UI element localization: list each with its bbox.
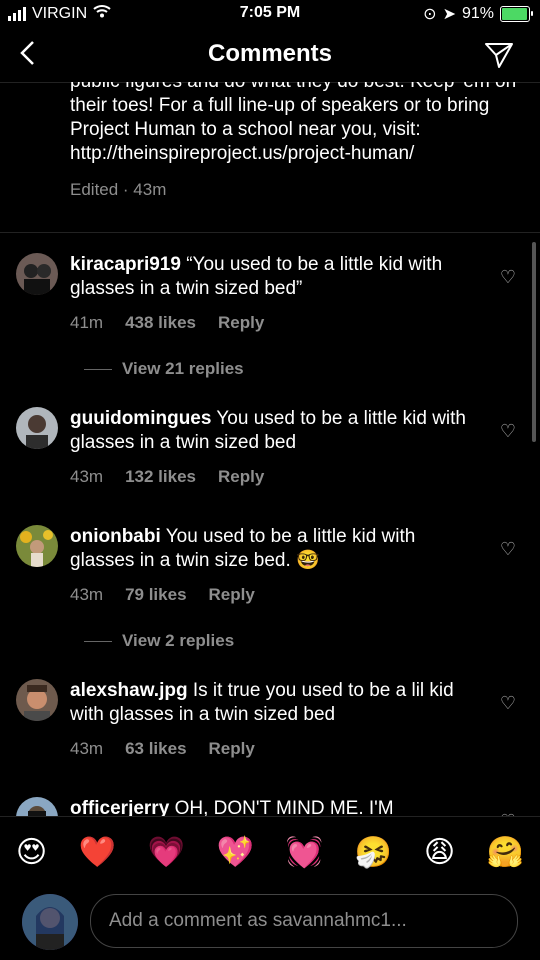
comment-body: kiracapri919 “You used to be a little ki… xyxy=(70,253,470,301)
avatar[interactable] xyxy=(16,525,58,567)
heart-icon[interactable]: ♡ xyxy=(500,539,516,560)
comment-body: onionbabi You used to be a little kid wi… xyxy=(70,525,470,573)
comment-username[interactable]: alexshaw.jpg xyxy=(70,680,188,701)
sparkling-heart-emoji-button[interactable]: 💖 xyxy=(217,835,254,870)
battery-icon xyxy=(500,6,533,22)
comment-username[interactable]: guuidomingues xyxy=(70,408,211,429)
view-replies-label[interactable]: View 2 replies xyxy=(122,631,234,651)
scrollbar[interactable] xyxy=(532,242,536,442)
orientation-lock-icon: ⊙ xyxy=(423,6,437,23)
send-icon[interactable] xyxy=(484,40,514,75)
comment-meta: 43m 79 likes Reply xyxy=(70,585,470,605)
view-replies-button[interactable]: View 21 replies xyxy=(84,359,540,379)
heart-icon[interactable]: ♡ xyxy=(500,267,516,288)
divider xyxy=(0,232,540,233)
divider-line xyxy=(84,368,112,370)
avatar[interactable] xyxy=(16,679,58,721)
red-heart-emoji-button[interactable]: ❤️ xyxy=(79,835,116,870)
comment-item: officerjerry OH, DON'T MIND ME. I'M ♡ xyxy=(0,797,540,816)
avatar[interactable] xyxy=(16,797,58,816)
comments-feed[interactable]: public figures and do what they do best.… xyxy=(0,82,540,816)
comment-item: alexshaw.jpg Is it true you used to be a… xyxy=(0,679,540,759)
status-bar: VIRGIN 7:05 PM ⊙ ➤ 91% xyxy=(0,0,540,28)
heart-eyes-emoji-button[interactable]: 😍 xyxy=(16,835,47,870)
avatar[interactable] xyxy=(16,407,58,449)
caption-meta: Edited · 43m xyxy=(70,180,167,199)
comment-time: 43m xyxy=(70,467,104,486)
comment-likes[interactable]: 79 likes xyxy=(125,585,186,605)
avatar[interactable] xyxy=(16,253,58,295)
location-icon: ➤ xyxy=(442,6,456,23)
hugging-face-emoji-button[interactable]: 🤗 xyxy=(487,835,524,870)
comment-body: guuidomingues You used to be a little ki… xyxy=(70,407,470,455)
reply-button[interactable]: Reply xyxy=(218,313,264,333)
emoji-bar: 😍 ❤️ 💗 💖 💓 🤧 😩 🤗 xyxy=(0,816,540,887)
comment-meta: 43m 132 likes Reply xyxy=(70,467,470,487)
comment-username[interactable]: onionbabi xyxy=(70,526,161,547)
battery-percent: 91% xyxy=(461,5,494,22)
avatar xyxy=(22,894,78,950)
post-caption: public figures and do what they do best.… xyxy=(0,82,540,202)
comment-item: onionbabi You used to be a little kid wi… xyxy=(0,525,540,605)
comment-composer xyxy=(0,886,540,960)
comment-input-container xyxy=(90,894,518,948)
comment-likes[interactable]: 63 likes xyxy=(125,739,186,759)
comment-item: kiracapri919 “You used to be a little ki… xyxy=(0,253,540,333)
weary-face-emoji-button[interactable]: 😩 xyxy=(424,835,455,870)
comment-body: officerjerry OH, DON'T MIND ME. I'M xyxy=(70,797,470,816)
page-title: Comments xyxy=(207,40,333,67)
view-replies-label[interactable]: View 21 replies xyxy=(122,359,244,379)
comment-likes[interactable]: 132 likes xyxy=(125,467,196,487)
comment-likes[interactable]: 438 likes xyxy=(125,313,196,333)
beating-heart-emoji-button[interactable]: 💓 xyxy=(286,835,323,870)
nav-bar: Comments xyxy=(0,28,540,83)
sneezing-face-emoji-button[interactable]: 🤧 xyxy=(355,835,392,870)
comment-username[interactable]: kiracapri919 xyxy=(70,254,181,275)
growing-heart-emoji-button[interactable]: 💗 xyxy=(148,835,185,870)
comment-meta: 43m 63 likes Reply xyxy=(70,739,470,759)
comment-input[interactable] xyxy=(107,895,511,947)
reply-button[interactable]: Reply xyxy=(209,585,255,605)
comment-text: OH, DON'T MIND ME. I'M xyxy=(174,798,394,816)
comment-username[interactable]: officerjerry xyxy=(70,798,169,816)
comment-body: alexshaw.jpg Is it true you used to be a… xyxy=(70,679,470,727)
reply-button[interactable]: Reply xyxy=(209,739,255,759)
comment-time: 43m xyxy=(70,585,104,604)
comment-item: guuidomingues You used to be a little ki… xyxy=(0,407,540,487)
divider-line xyxy=(84,640,112,642)
comment-time: 43m xyxy=(70,739,104,758)
reply-button[interactable]: Reply xyxy=(218,467,264,487)
view-replies-button[interactable]: View 2 replies xyxy=(84,631,540,651)
heart-icon[interactable]: ♡ xyxy=(500,693,516,714)
comment-meta: 41m 438 likes Reply xyxy=(70,313,470,333)
comment-time: 41m xyxy=(70,313,104,332)
caption-text: public figures and do what they do best.… xyxy=(70,82,516,164)
heart-icon[interactable]: ♡ xyxy=(500,421,516,442)
